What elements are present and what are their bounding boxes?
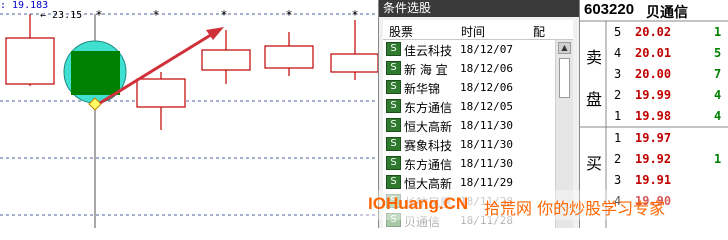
level-price: 19.92 (635, 152, 672, 166)
level-num: 1 (614, 109, 622, 123)
star-marker: * (153, 8, 159, 22)
level-volume: 1 (714, 152, 722, 166)
header-stock[interactable]: 股票 (389, 23, 413, 40)
scroll-up-icon[interactable]: ▲ (558, 42, 571, 54)
header-time[interactable]: 时间 (461, 23, 485, 40)
watermark-brand: IOHuang.CN (368, 194, 469, 213)
picker-header: 股票 时间 配 (383, 20, 573, 40)
signal-box (71, 51, 120, 95)
level-volume: 5 (714, 46, 722, 60)
stock-icon: S (386, 99, 401, 113)
sell-level: 2 19.99 4 (580, 85, 728, 105)
stock-icon: S (386, 42, 401, 56)
stock-icon: S (386, 118, 401, 132)
stock-name: 新 海 宜 (404, 63, 448, 77)
level-price: 19.99 (635, 88, 672, 102)
level-num: 3 (614, 67, 622, 81)
level-num: 5 (614, 25, 622, 39)
stock-icon: S (386, 61, 401, 75)
star-marker: * (286, 8, 292, 22)
stock-name: 恒大高新 (404, 120, 453, 134)
stock-name: 东方通信 (404, 101, 453, 115)
list-item[interactable]: S 佳云科技 18/12/07 (383, 40, 555, 59)
kline-canvas: * * * * * (0, 8, 379, 228)
watermark-slogan: 拾荒网 你的炒股学习专家 (484, 199, 666, 218)
stock-date: 18/11/29 (460, 176, 513, 189)
stock-name: 东方通信 (404, 158, 453, 172)
watermark-banner: IOHuang.CN 拾荒网 你的炒股学习专家 (360, 190, 728, 220)
level-num: 1 (614, 131, 622, 145)
level-num: 3 (614, 173, 622, 187)
stock-name: 佳云科技 (404, 44, 453, 58)
list-item[interactable]: S 东方通信 18/12/05 (383, 97, 555, 116)
stock-date: 18/12/05 (460, 100, 513, 113)
level-num: 2 (614, 88, 622, 102)
list-item[interactable]: S 新 海 宜 18/12/06 (383, 59, 555, 78)
stock-icon: S (386, 175, 401, 189)
stock-date: 18/11/30 (460, 157, 513, 170)
star-marker: * (352, 8, 358, 22)
level-price: 20.00 (635, 67, 672, 81)
stock-date: 18/11/30 (460, 138, 513, 151)
star-marker: * (221, 8, 227, 22)
level-num: 2 (614, 152, 622, 166)
level-volume: 1 (714, 25, 722, 39)
level-price: 20.01 (635, 46, 672, 60)
level-price: 20.02 (635, 25, 672, 39)
stock-date: 18/12/06 (460, 81, 513, 94)
candle (201, 49, 251, 71)
level-volume: 7 (714, 67, 722, 81)
buy-level: 1 19.97 (580, 128, 728, 148)
level-price: 19.91 (635, 173, 672, 187)
stock-icon: S (386, 137, 401, 151)
list-item[interactable]: S 赛象科技 18/11/30 (383, 135, 555, 154)
sell-level: 3 20.00 7 (580, 64, 728, 84)
star-marker: * (96, 8, 102, 22)
stock-icon: S (386, 156, 401, 170)
list-item[interactable]: S 新华锦 18/12/06 (383, 78, 555, 97)
buy-level: 3 19.91 (580, 170, 728, 190)
candle (264, 45, 314, 69)
sell-level: 5 20.02 1 (580, 22, 728, 42)
stock-date: 18/12/07 (460, 43, 513, 56)
buy-level: 2 19.92 1 (580, 149, 728, 169)
candle (136, 78, 186, 108)
stock-date: 18/12/06 (460, 62, 513, 75)
picker-title[interactable]: 条件选股 (379, 0, 580, 17)
level-price: 19.98 (635, 109, 672, 123)
sell-level: 4 20.01 5 (580, 43, 728, 63)
list-item[interactable]: S 恒大高新 18/11/30 (383, 116, 555, 135)
stock-date: 18/11/30 (460, 119, 513, 132)
level-price: 19.97 (635, 131, 672, 145)
header-config[interactable]: 配 (533, 23, 545, 40)
arrow-head (206, 27, 224, 40)
candle (5, 37, 55, 85)
kline-chart[interactable]: * * * * * : 19.183 ← 23.15 (0, 0, 379, 228)
scroll-thumb[interactable] (559, 58, 570, 98)
level-volume: 4 (714, 109, 722, 123)
level-num: 4 (614, 46, 622, 60)
sell-level: 1 19.98 4 (580, 106, 728, 126)
price-mark-label: ← 23.15 (40, 10, 83, 21)
candle (330, 53, 379, 73)
stock-name: 新华锦 (404, 82, 441, 96)
stock-icon: S (386, 80, 401, 94)
level-volume: 4 (714, 88, 722, 102)
list-item[interactable]: S 东方通信 18/11/30 (383, 154, 555, 173)
stock-name: 赛象科技 (404, 139, 453, 153)
